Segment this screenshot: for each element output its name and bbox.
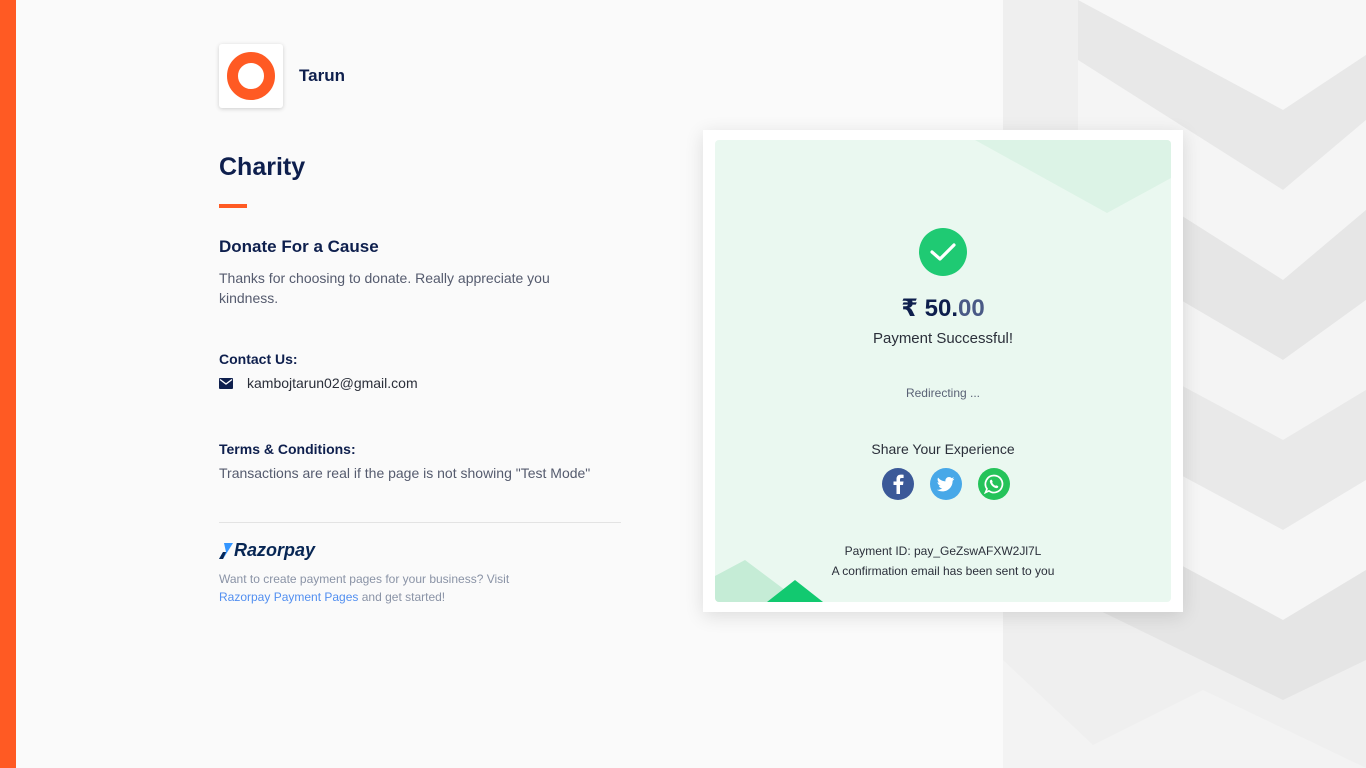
facebook-icon[interactable] <box>882 468 914 500</box>
whatsapp-icon[interactable] <box>978 468 1010 500</box>
brand-accent-bar <box>0 0 16 768</box>
title-underline <box>219 204 247 208</box>
merchant-info-panel: Tarun Charity Donate For a Cause Thanks … <box>219 44 639 604</box>
mail-icon <box>219 377 233 389</box>
payment-id: Payment ID: pay_GeZswAFXW2Jl7L <box>844 544 1042 558</box>
promo-suffix: and get started! <box>358 590 446 604</box>
currency-symbol: ₹ <box>901 295 918 322</box>
razorpay-logo[interactable]: Razorpay <box>219 540 315 561</box>
merchant-logo <box>219 44 283 108</box>
share-heading: Share Your Experience <box>871 441 1015 457</box>
page-title: Charity <box>219 153 306 181</box>
payment-amount: ₹ 50.00 <box>715 294 1171 323</box>
razorpay-logo-text: Razorpay <box>234 540 316 560</box>
amount-decimal: 00 <box>958 295 985 322</box>
amount-whole: 50. <box>924 295 959 322</box>
share-buttons <box>882 468 1010 500</box>
divider <box>219 522 621 523</box>
contact-email-row[interactable]: kambojtarun02@gmail.com <box>219 375 418 391</box>
cause-description: Thanks for choosing to donate. Really ap… <box>219 270 550 306</box>
contact-heading: Contact Us: <box>219 351 298 367</box>
confirmation-text: A confirmation email has been sent to yo… <box>831 564 1055 578</box>
contact-email[interactable]: kambojtarun02@gmail.com <box>247 375 418 391</box>
decorative-triangles <box>715 140 1171 602</box>
ring-logo-icon <box>227 52 275 100</box>
razorpay-mark-icon <box>219 542 233 559</box>
merchant-name: Tarun <box>299 66 345 85</box>
success-check-icon <box>919 228 967 276</box>
promo-prefix: Want to create payment pages for your bu… <box>219 572 510 586</box>
twitter-icon[interactable] <box>930 468 962 500</box>
payment-status-card: ₹ 50.00 Payment Successful! Redirecting … <box>703 130 1183 612</box>
terms-heading: Terms & Conditions: <box>219 441 356 457</box>
redirect-text: Redirecting ... <box>905 386 981 400</box>
razorpay-payment-pages-link[interactable]: Razorpay Payment Pages <box>219 590 358 604</box>
cause-title: Donate For a Cause <box>219 237 379 256</box>
payment-status: Payment Successful! <box>872 330 1014 347</box>
payment-status-panel: ₹ 50.00 Payment Successful! Redirecting … <box>715 140 1171 602</box>
razorpay-promo: Want to create payment pages for your bu… <box>219 570 539 606</box>
terms-text: Transactions are real if the page is not… <box>219 465 591 481</box>
